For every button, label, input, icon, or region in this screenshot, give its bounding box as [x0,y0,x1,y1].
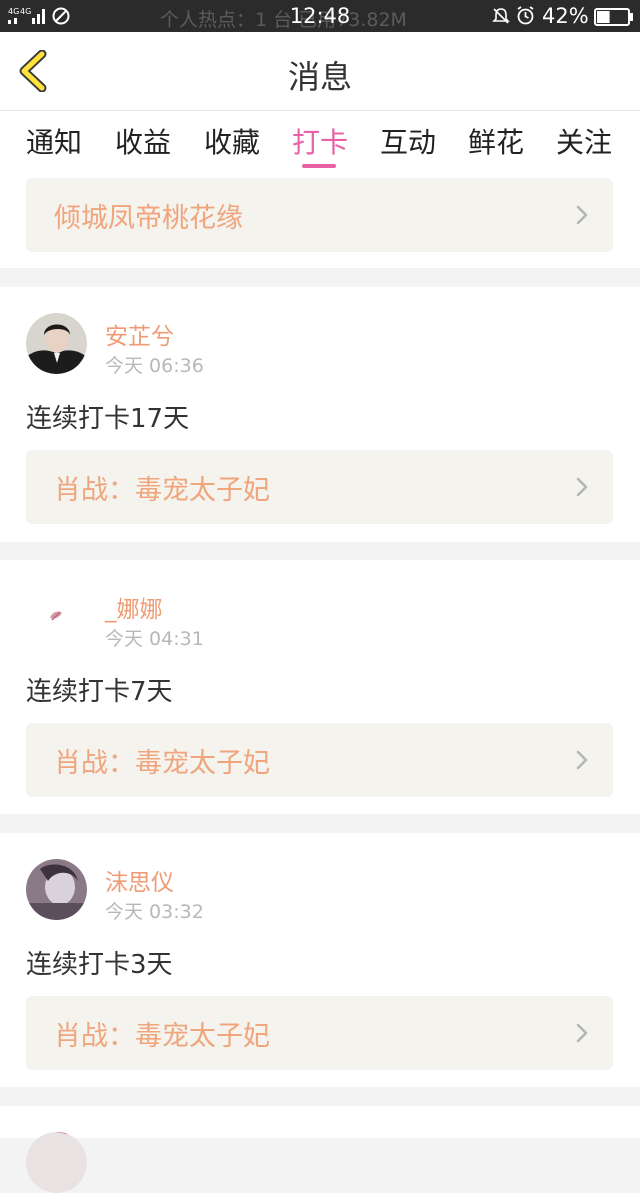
checkin-card: 沫思仪 今天 03:32 连续打卡3天 肖战：毒宠太子妃 [0,833,640,1087]
avatar[interactable] [26,1132,87,1193]
book-link[interactable]: 倾城凤帝桃花缘 [26,178,613,252]
status-bar: 4G 4G 个人热点：1 台 已用73.82M 12:48 42% [0,0,640,32]
tab-favorites[interactable]: 收藏 [198,121,266,161]
battery-fill [597,11,610,23]
timestamp: 今天 04:31 [105,628,204,650]
header-bar: 消息 [0,32,640,111]
chevron-right-icon [576,477,588,497]
book-link[interactable]: 肖战：毒宠太子妃 [26,996,613,1070]
checkin-card: 倾城凤帝桃花缘 [0,169,640,268]
timestamp: 今天 03:32 [105,901,204,923]
username[interactable]: 安芷兮 [105,317,174,351]
battery-icon [594,8,633,26]
battery-percent: 42% [542,4,589,28]
book-link[interactable]: 肖战：毒宠太子妃 [26,450,613,524]
checkin-message: 连续打卡17天 [26,404,190,434]
tab-bar: 通知 收益 收藏 打卡 互动 鲜花 关注 [0,111,640,169]
avatar[interactable] [26,586,87,647]
tab-flowers[interactable]: 鲜花 [462,121,530,161]
checkin-card: _娜娜 今天 04:31 连续打卡7天 肖战：毒宠太子妃 [0,560,640,814]
checkin-card [0,1106,640,1193]
avatar[interactable] [26,313,87,374]
tab-interaction[interactable]: 互动 [374,121,442,161]
book-title: 倾城凤帝桃花缘 [54,203,243,234]
book-title: 肖战：毒宠太子妃 [54,1021,270,1052]
avatar[interactable] [26,859,87,920]
checkin-message: 连续打卡3天 [26,950,173,980]
checkin-message: 连续打卡7天 [26,677,173,707]
book-title: 肖战：毒宠太子妃 [54,748,270,779]
mute-bell-icon [492,8,510,24]
alarm-icon [517,6,534,25]
chevron-right-icon [576,1023,588,1043]
tab-follow[interactable]: 关注 [550,121,618,161]
book-title: 肖战：毒宠太子妃 [54,475,270,506]
book-link[interactable]: 肖战：毒宠太子妃 [26,723,613,797]
chevron-right-icon [576,205,588,225]
chevron-right-icon [576,750,588,770]
page-title: 消息 [287,58,352,96]
username[interactable]: 沫思仪 [105,863,174,897]
tab-notify[interactable]: 通知 [20,121,88,161]
timestamp: 今天 06:36 [105,355,204,377]
active-tab-indicator [302,164,336,168]
username[interactable]: _娜娜 [105,590,163,624]
checkin-card: 安芷兮 今天 06:36 连续打卡17天 肖战：毒宠太子妃 [0,287,640,542]
tab-earnings[interactable]: 收益 [109,121,177,161]
tab-checkin[interactable]: 打卡 [286,121,354,161]
